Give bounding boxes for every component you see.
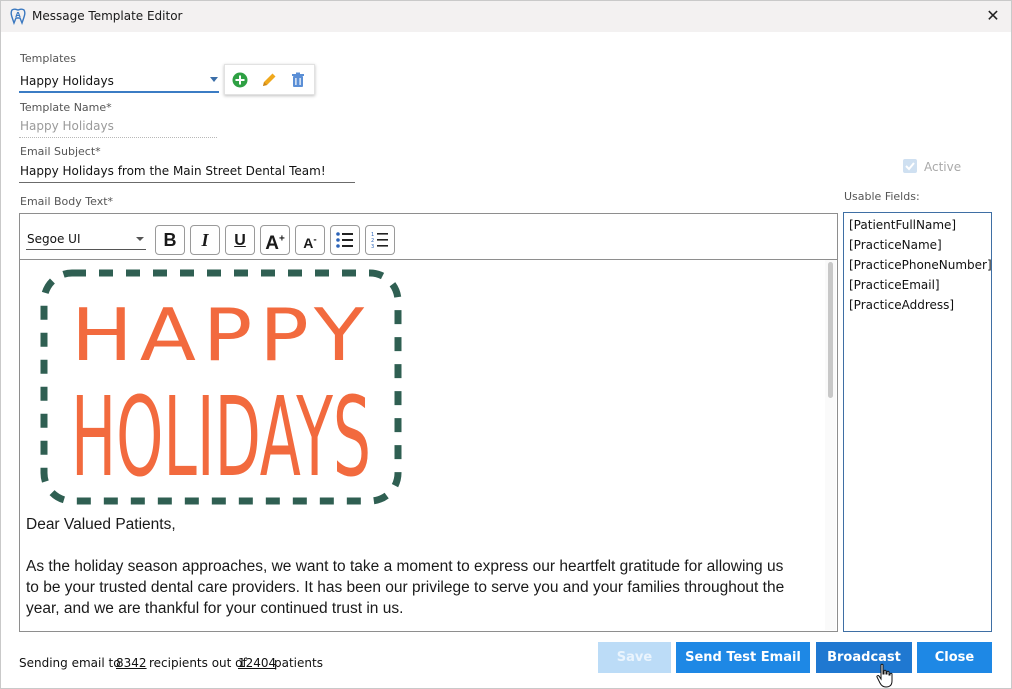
banner-line-happy: HAPPY <box>71 293 371 377</box>
bullet-list-button[interactable] <box>330 225 360 255</box>
message-template-editor-window: A Message Template Editor ✕ Templates Ha… <box>0 0 1012 689</box>
broadcast-button[interactable]: Broadcast <box>816 642 912 673</box>
footer-middle: recipients out of <box>149 656 247 670</box>
usable-field-item[interactable]: [PracticeAddress] <box>849 298 954 312</box>
hand-cursor-icon <box>876 663 893 688</box>
close-icon[interactable]: ✕ <box>983 6 1003 26</box>
body-line: to be your trusted dental care providers… <box>26 579 785 596</box>
checkmark-icon <box>905 162 915 171</box>
bold-button[interactable]: B <box>155 225 185 255</box>
total-patient-count: 12404 <box>238 656 277 670</box>
usable-field-item[interactable]: [PatientFullName] <box>849 218 956 232</box>
decrease-font-button[interactable]: A- <box>295 225 325 255</box>
email-subject-underline <box>19 182 355 183</box>
email-body-label: Email Body Text* <box>20 195 114 208</box>
font-size-increase-icon: A+ <box>265 233 285 255</box>
email-subject-field[interactable]: Happy Holidays from the Main Street Dent… <box>20 164 326 178</box>
chevron-down-icon <box>136 237 144 241</box>
template-name-label: Template Name* <box>20 101 112 114</box>
font-family-value: Segoe UI <box>27 232 81 246</box>
templates-selected-value: Happy Holidays <box>20 74 114 88</box>
save-button[interactable]: Save <box>598 642 671 673</box>
italic-icon: I <box>201 230 209 250</box>
template-name-field[interactable]: Happy Holidays <box>20 119 114 133</box>
trash-icon[interactable] <box>289 71 307 89</box>
window-title: Message Template Editor <box>32 9 183 23</box>
usable-field-item[interactable]: [PracticeEmail] <box>849 278 940 292</box>
active-label: Active <box>924 160 962 174</box>
increase-font-button[interactable]: A+ <box>260 225 290 255</box>
email-body-editor: Segoe UI B I U A+ A- 1 2 3 HAPPY HOLIDAY… <box>19 213 838 632</box>
footer-suffix: patients <box>274 656 323 670</box>
scrollbar-thumb[interactable] <box>828 262 833 398</box>
banner-line-holidays: HOLIDAYS <box>71 373 371 501</box>
email-subject-label: Email Subject* <box>20 145 101 158</box>
underline-button[interactable]: U <box>225 225 255 255</box>
underline-icon: U <box>234 232 246 249</box>
bold-icon: B <box>163 230 177 250</box>
template-actions-toolbar <box>224 64 315 95</box>
body-line: As the holiday season approaches, we wan… <box>26 558 784 575</box>
editor-toolbar: Segoe UI B I U A+ A- 1 2 3 <box>20 214 837 260</box>
svg-text:A: A <box>15 11 21 19</box>
usable-fields-label: Usable Fields: <box>844 190 920 203</box>
editor-content[interactable]: HAPPY HOLIDAYS Dear Valued Patients, As … <box>20 260 825 630</box>
font-size-decrease-icon: A- <box>303 234 317 251</box>
active-checkbox[interactable] <box>903 159 917 173</box>
dental-tooth-icon: A <box>10 8 26 25</box>
svg-text:3: 3 <box>371 244 374 250</box>
add-circle-icon[interactable] <box>231 71 249 89</box>
greeting-text: Dear Valued Patients, <box>26 516 176 533</box>
title-bar: A Message Template Editor ✕ <box>1 1 1011 32</box>
numbered-list-icon: 1 2 3 <box>371 232 388 250</box>
templates-label: Templates <box>20 52 76 65</box>
happy-holidays-banner-image: HAPPY HOLIDAYS <box>40 269 402 505</box>
bullet-list-icon <box>336 232 353 248</box>
pencil-icon[interactable] <box>260 71 278 89</box>
italic-button[interactable]: I <box>190 225 220 255</box>
usable-fields-list: [PatientFullName] [PracticeName] [Practi… <box>843 212 992 632</box>
send-test-email-button[interactable]: Send Test Email <box>676 642 810 673</box>
numbered-list-button[interactable]: 1 2 3 <box>365 225 395 255</box>
close-button[interactable]: Close <box>917 642 992 673</box>
footer-prefix: Sending email to <box>19 656 121 670</box>
usable-field-item[interactable]: [PracticeName] <box>849 238 942 252</box>
body-line: year, and we are thankful for your conti… <box>26 600 404 617</box>
recipient-count: 8342 <box>116 656 147 670</box>
body-paragraph: As the holiday season approaches, we wan… <box>26 556 784 619</box>
template-name-underline <box>19 137 217 138</box>
templates-dropdown[interactable]: Happy Holidays <box>19 71 219 93</box>
editor-scrollbar[interactable] <box>825 260 836 630</box>
font-family-dropdown[interactable]: Segoe UI <box>26 229 146 250</box>
usable-field-item[interactable]: [PracticePhoneNumber] <box>849 258 992 272</box>
chevron-down-icon <box>210 77 218 82</box>
